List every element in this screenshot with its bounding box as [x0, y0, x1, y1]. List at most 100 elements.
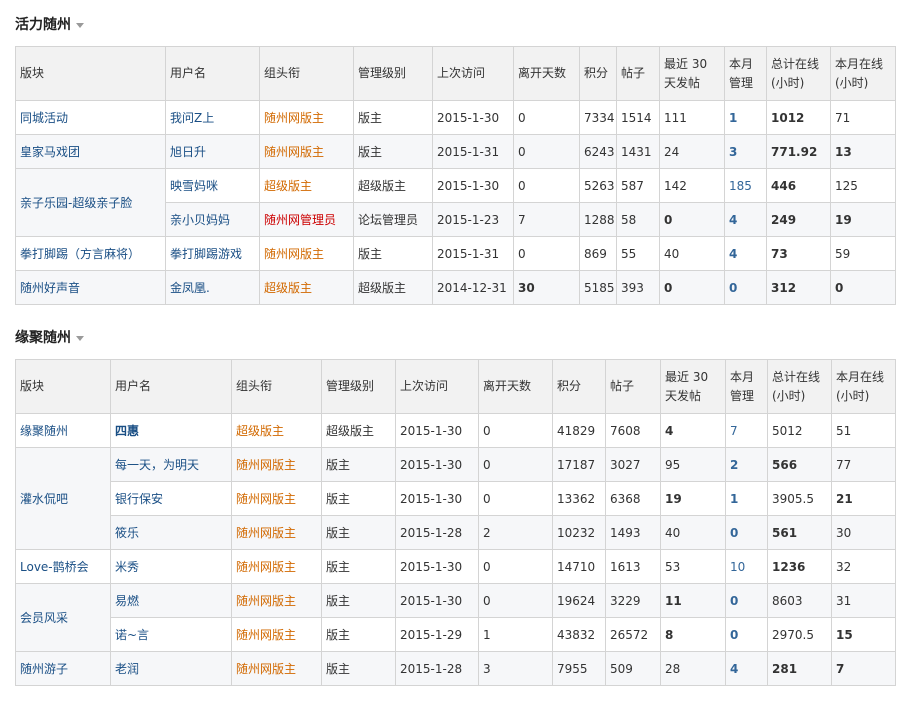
- user-link[interactable]: 亲小贝妈妈: [170, 213, 230, 227]
- table-row: 筱乐 随州网版主 版主 2015-1-28 2 10232 1493 40 0 …: [16, 515, 896, 550]
- group-title-cell: 随州网版主: [259, 236, 354, 271]
- group-title-cell: 随州网管理员: [259, 202, 354, 237]
- table-row: 缘聚随州 四惠 超级版主 超级版主 2015-1-30 0 41829 7608…: [15, 413, 896, 448]
- board-link[interactable]: 缘聚随州: [20, 424, 68, 438]
- recent30-cell: 53: [660, 549, 726, 584]
- month-manage-cell: 0: [725, 583, 768, 618]
- month-online-cell: 19: [830, 202, 896, 237]
- board-link[interactable]: 同城活动: [20, 111, 68, 125]
- col-header-month-online: 本月在线(小时): [830, 46, 896, 101]
- user-link[interactable]: 老润: [115, 662, 139, 676]
- days-away-cell: 7: [513, 202, 580, 237]
- group-title-cell: 随州网版主: [259, 134, 354, 169]
- points-cell: 7955: [552, 651, 606, 686]
- month-online-cell: 0: [830, 270, 896, 305]
- board-cell: 缘聚随州: [15, 413, 111, 448]
- month-online-cell: 71: [830, 100, 896, 135]
- board-link[interactable]: 会员风采: [20, 611, 68, 625]
- user-cell: 拳打脚踢游戏: [165, 236, 260, 271]
- col-header-last-visit: 上次访问: [395, 359, 479, 414]
- user-link[interactable]: 金凤凰.: [170, 281, 210, 295]
- group-title-cell: 随州网版主: [231, 651, 322, 686]
- user-link[interactable]: 银行保安: [115, 492, 163, 506]
- user-link[interactable]: 旭日升: [170, 145, 206, 159]
- total-online-cell: 446: [766, 168, 831, 203]
- board-link[interactable]: 亲子乐园-超级亲子脸: [20, 196, 132, 210]
- level-cell: 超级版主: [321, 413, 396, 448]
- col-header-posts: 帖子: [605, 359, 661, 414]
- last-visit-cell: 2015-1-29: [395, 617, 479, 652]
- user-cell: 映雪妈咪: [165, 168, 260, 203]
- month-manage-cell: 0: [725, 617, 768, 652]
- board-link[interactable]: 皇家马戏团: [20, 145, 80, 159]
- last-visit-cell: 2014-12-31: [432, 270, 514, 305]
- last-visit-cell: 2015-1-30: [432, 100, 514, 135]
- recent30-cell: 4: [660, 413, 726, 448]
- chevron-down-icon[interactable]: [76, 22, 84, 28]
- month-online-cell: 31: [831, 583, 896, 618]
- user-link[interactable]: 映雪妈咪: [170, 179, 218, 193]
- col-header-last-visit: 上次访问: [432, 46, 514, 101]
- recent30-cell: 95: [660, 447, 726, 482]
- total-online-cell: 73: [766, 236, 831, 271]
- recent30-cell: 24: [659, 134, 725, 169]
- user-link[interactable]: 每一天，为明天: [115, 458, 199, 472]
- board-link[interactable]: 拳打脚踢（方言麻将）: [20, 247, 140, 261]
- month-manage-cell: 4: [725, 651, 768, 686]
- board-link[interactable]: Love-鹊桥会: [20, 560, 89, 574]
- user-link[interactable]: 我问Z上: [170, 111, 214, 125]
- table-row: Love-鹊桥会 米秀 随州网版主 版主 2015-1-30 0 14710 1…: [15, 549, 896, 584]
- board-cell: 亲子乐园-超级亲子脸: [15, 168, 166, 237]
- user-link[interactable]: 拳打脚踢游戏: [170, 247, 242, 261]
- points-cell: 19624: [552, 583, 606, 618]
- month-manage-cell: 4: [724, 202, 767, 237]
- board-link[interactable]: 随州好声音: [20, 281, 80, 295]
- col-header-user: 用户名: [110, 359, 232, 414]
- table-row: 皇家马戏团 旭日升 随州网版主 版主 2015-1-31 0 6243 1431…: [15, 134, 896, 169]
- recent30-cell: 111: [659, 100, 725, 135]
- days-away-cell: 0: [478, 549, 553, 584]
- posts-cell: 3027: [605, 447, 661, 482]
- moderator-table-2: 版块 用户名 组头衔 管理级别 上次访问 离开天数 积分 帖子 最近 30 天发…: [15, 359, 896, 686]
- section-title-2[interactable]: 缘聚随州: [15, 327, 84, 347]
- last-visit-cell: 2015-1-28: [395, 515, 479, 550]
- posts-cell: 509: [605, 651, 661, 686]
- group-title-cell: 超级版主: [231, 413, 322, 448]
- table-row: 随州好声音 金凤凰. 超级版主 超级版主 2014-12-31 30 5185 …: [15, 270, 896, 305]
- posts-cell: 7608: [605, 413, 661, 448]
- month-online-cell: 7: [831, 651, 896, 686]
- col-header-total-online: 总计在线(小时): [767, 359, 832, 414]
- points-cell: 5263: [579, 168, 617, 203]
- col-header-month-manage: 本月管理: [725, 359, 768, 414]
- points-cell: 6243: [579, 134, 617, 169]
- days-away-cell: 0: [513, 134, 580, 169]
- posts-cell: 1493: [605, 515, 661, 550]
- user-cell: 易燃: [110, 583, 232, 618]
- days-away-cell: 0: [478, 583, 553, 618]
- total-online-cell: 1012: [766, 100, 831, 135]
- days-away-cell: 0: [478, 447, 553, 482]
- user-link[interactable]: 四惠: [115, 424, 139, 438]
- board-link[interactable]: 随州游子: [20, 662, 68, 676]
- month-manage-cell: 7: [725, 413, 768, 448]
- user-cell: 我问Z上: [165, 100, 260, 135]
- board-link[interactable]: 灌水侃吧: [20, 492, 68, 506]
- total-online-cell: 3905.5: [767, 481, 832, 516]
- level-cell: 版主: [321, 549, 396, 584]
- posts-cell: 6368: [605, 481, 661, 516]
- month-online-cell: 30: [831, 515, 896, 550]
- days-away-cell: 0: [513, 236, 580, 271]
- section-title-1[interactable]: 活力随州: [15, 14, 84, 34]
- user-link[interactable]: 易燃: [115, 594, 139, 608]
- user-link[interactable]: 筱乐: [115, 526, 139, 540]
- group-title-cell: 随州网版主: [231, 583, 322, 618]
- recent30-cell: 0: [659, 270, 725, 305]
- month-manage-cell: 0: [725, 515, 768, 550]
- chevron-down-icon[interactable]: [76, 335, 84, 341]
- total-online-cell: 312: [766, 270, 831, 305]
- table-row: 灌水侃吧 每一天，为明天 随州网版主 版主 2015-1-30 0 17187 …: [15, 447, 896, 550]
- user-link[interactable]: 米秀: [115, 560, 139, 574]
- user-link[interactable]: 诺~言: [115, 628, 149, 642]
- user-cell: 银行保安: [110, 481, 232, 516]
- level-cell: 版主: [353, 236, 433, 271]
